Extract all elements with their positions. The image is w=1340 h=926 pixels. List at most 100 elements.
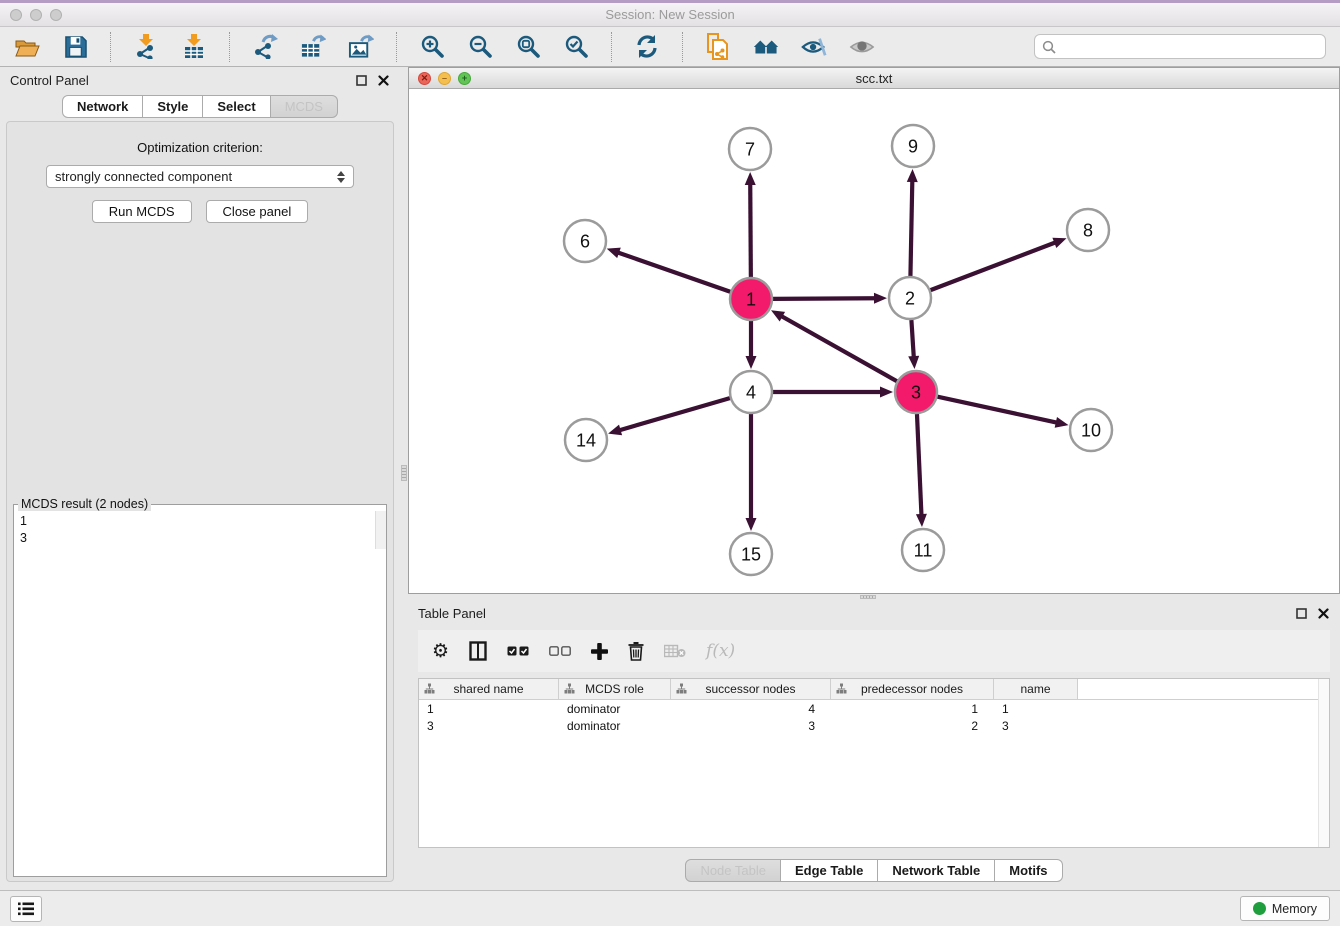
control-panel: Control Panel NetworkStyleSelectMCDS Opt… <box>0 67 400 890</box>
hide-selected-icon[interactable] <box>801 34 827 60</box>
graph-node-7[interactable]: 7 <box>729 128 771 170</box>
graph-edge-3-10[interactable] <box>937 397 1057 423</box>
graph-node-2[interactable]: 2 <box>889 277 931 319</box>
graph-node-10[interactable]: 10 <box>1070 409 1112 451</box>
network-graph: 7 9 6 8 1 2 4 3 14 10 15 11 <box>409 89 1339 593</box>
edge-arrowhead <box>908 356 919 369</box>
table-row[interactable]: 3dominator323 <box>419 717 1329 734</box>
graph-node-15[interactable]: 15 <box>730 533 772 575</box>
horizontal-splitter[interactable] <box>408 594 1340 600</box>
cell-name: 1 <box>994 700 1078 717</box>
graph-edge-1-7[interactable] <box>750 183 751 277</box>
tab-select[interactable]: Select <box>203 95 270 118</box>
graph-node-3[interactable]: 3 <box>895 371 937 413</box>
close-panel-icon[interactable] <box>377 74 390 87</box>
zoom-fit-icon[interactable] <box>515 34 541 60</box>
edge-arrowhead <box>746 356 757 369</box>
column-header-shared-name[interactable]: shared name <box>419 679 559 699</box>
select-all-icon[interactable] <box>507 646 529 656</box>
control-panel-title: Control Panel <box>10 73 89 88</box>
table-scrollbar[interactable] <box>1318 679 1329 847</box>
vertical-splitter[interactable] <box>400 67 408 890</box>
task-history-button[interactable] <box>10 896 42 922</box>
column-header-name[interactable]: name <box>994 679 1078 699</box>
open-session-icon[interactable] <box>14 34 40 60</box>
import-network-icon[interactable] <box>133 34 159 60</box>
table-toolbar: ⚙ f(x) <box>418 630 1330 672</box>
optimization-criterion-label: Optimization criterion: <box>137 140 263 155</box>
memory-button[interactable]: Memory <box>1240 896 1330 921</box>
graph-edge-1-2[interactable] <box>773 298 876 299</box>
run-mcds-button[interactable]: Run MCDS <box>92 200 192 223</box>
tab-motifs[interactable]: Motifs <box>995 859 1062 882</box>
splitter-grip[interactable] <box>401 465 407 481</box>
zoom-out-icon[interactable] <box>467 34 493 60</box>
zoom-in-icon[interactable] <box>419 34 445 60</box>
refresh-icon[interactable] <box>634 34 660 60</box>
cell-predecessor-nodes: 2 <box>831 717 994 734</box>
graph-node-1[interactable]: 1 <box>730 278 772 320</box>
graph-node-14[interactable]: 14 <box>565 419 607 461</box>
table-row[interactable]: 1dominator411 <box>419 700 1329 717</box>
home-icon[interactable] <box>753 34 779 60</box>
splitter-grip[interactable] <box>860 595 876 599</box>
memory-status-icon <box>1253 902 1266 915</box>
graph-edge-3-11[interactable] <box>917 414 922 516</box>
network-window-titlebar: ✕ – + scc.txt <box>409 68 1339 89</box>
function-builder-icon: f(x) <box>706 641 735 661</box>
cell-shared-name: 3 <box>419 717 559 734</box>
graph-edge-2-9[interactable] <box>910 180 912 276</box>
edge-arrowhead <box>1052 238 1066 248</box>
graph-edge-1-6[interactable] <box>617 252 730 292</box>
graph-edge-2-3[interactable] <box>911 320 913 358</box>
graph-node-8[interactable]: 8 <box>1067 209 1109 251</box>
export-table-icon[interactable] <box>300 34 326 60</box>
tab-node-table[interactable]: Node Table <box>685 859 781 882</box>
export-network-icon[interactable] <box>252 34 278 60</box>
float-panel-icon[interactable] <box>355 74 368 87</box>
edge-arrowhead <box>746 518 757 531</box>
column-type-icon <box>564 683 575 694</box>
svg-text:6: 6 <box>580 232 590 252</box>
column-visibility-icon[interactable] <box>469 641 487 661</box>
tab-edge-table[interactable]: Edge Table <box>781 859 878 882</box>
export-image-icon[interactable] <box>348 34 374 60</box>
network-file-icon[interactable] <box>705 34 731 60</box>
graph-node-6[interactable]: 6 <box>564 220 606 262</box>
graph-edge-2-8[interactable] <box>931 242 1057 290</box>
cell-predecessor-nodes: 1 <box>831 700 994 717</box>
select-stepper-icon <box>337 171 345 183</box>
table-settings-icon[interactable]: ⚙ <box>432 642 449 661</box>
column-header-mcds-role[interactable]: MCDS role <box>559 679 671 699</box>
close-panel-button[interactable]: Close panel <box>206 200 309 223</box>
task-list-icon <box>18 902 34 916</box>
deselect-all-icon[interactable] <box>549 646 571 656</box>
graph-node-9[interactable]: 9 <box>892 125 934 167</box>
float-panel-icon[interactable] <box>1295 607 1308 620</box>
tab-network-table[interactable]: Network Table <box>878 859 995 882</box>
node-table: shared nameMCDS rolesuccessor nodesprede… <box>418 678 1330 848</box>
column-type-icon <box>676 683 687 694</box>
graph-node-11[interactable]: 11 <box>902 529 944 571</box>
tab-style[interactable]: Style <box>143 95 203 118</box>
import-table-icon[interactable] <box>181 34 207 60</box>
save-session-icon[interactable] <box>62 34 88 60</box>
zoom-selected-icon[interactable] <box>563 34 589 60</box>
network-canvas[interactable]: 7 9 6 8 1 2 4 3 14 10 15 11 <box>409 89 1339 593</box>
close-panel-icon[interactable] <box>1317 607 1330 620</box>
graph-node-4[interactable]: 4 <box>730 371 772 413</box>
graph-edge-3-1[interactable] <box>781 316 897 382</box>
show-all-icon[interactable] <box>849 34 875 60</box>
delete-column-icon[interactable] <box>628 642 644 661</box>
search-icon <box>1042 40 1056 54</box>
application-window: Session: New Session <box>0 0 1340 926</box>
tab-mcds[interactable]: MCDS <box>271 95 338 118</box>
search-input[interactable] <box>1061 40 1318 54</box>
result-scrollbar[interactable] <box>375 511 386 549</box>
optimization-criterion-select[interactable]: strongly connected component <box>46 165 354 188</box>
tab-network[interactable]: Network <box>62 95 143 118</box>
column-header-predecessor-nodes[interactable]: predecessor nodes <box>831 679 994 699</box>
add-column-icon[interactable] <box>591 643 608 660</box>
column-header-successor-nodes[interactable]: successor nodes <box>671 679 831 699</box>
graph-edge-4-14[interactable] <box>619 398 730 430</box>
